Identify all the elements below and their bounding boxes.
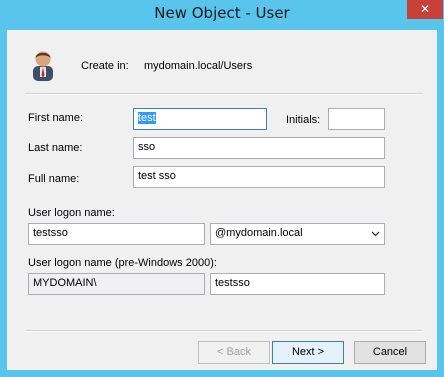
window-title: New Object - User [154, 4, 290, 22]
full-name-label: Full name: [28, 173, 80, 185]
first-name-selected-text: test [138, 112, 156, 124]
create-in-path: mydomain.local/Users [144, 60, 253, 72]
back-button[interactable]: < Back [198, 341, 270, 364]
initials-label: Initials: [286, 114, 321, 126]
last-name-field[interactable]: sso [133, 137, 385, 159]
initials-field[interactable] [328, 108, 385, 130]
last-name-label: Last name: [28, 142, 83, 154]
create-in-label: Create in: [81, 60, 129, 72]
dialog-body: Create in: mydomain.local/Users First na… [7, 30, 437, 370]
close-button[interactable]: ✕ [407, 0, 443, 19]
user-icon [33, 51, 53, 81]
divider [25, 93, 423, 95]
close-icon: ✕ [419, 2, 431, 16]
pre2000-domain-field: MYDOMAIN\ [28, 273, 205, 295]
pre2000-label: User logon name (pre-Windows 2000): [28, 257, 217, 269]
title-bar[interactable]: New Object - User ✕ [0, 0, 444, 28]
next-button[interactable]: Next > [272, 341, 344, 364]
upn-suffix-value: @mydomain.local [215, 227, 303, 239]
upn-suffix-dropdown[interactable]: @mydomain.local [210, 223, 385, 245]
logon-name-label: User logon name: [28, 207, 115, 219]
pre2000-name-field[interactable]: testsso [210, 273, 385, 295]
first-name-field[interactable]: test [133, 108, 267, 130]
footer-divider [25, 330, 423, 332]
full-name-field[interactable]: test sso [133, 166, 385, 188]
chevron-down-icon [371, 231, 380, 237]
dialog-window: New Object - User ✕ Create in: mydomain.… [0, 0, 444, 377]
first-name-label: First name: [28, 112, 84, 124]
cancel-button[interactable]: Cancel [354, 341, 426, 364]
logon-name-field[interactable]: testsso [28, 223, 205, 245]
